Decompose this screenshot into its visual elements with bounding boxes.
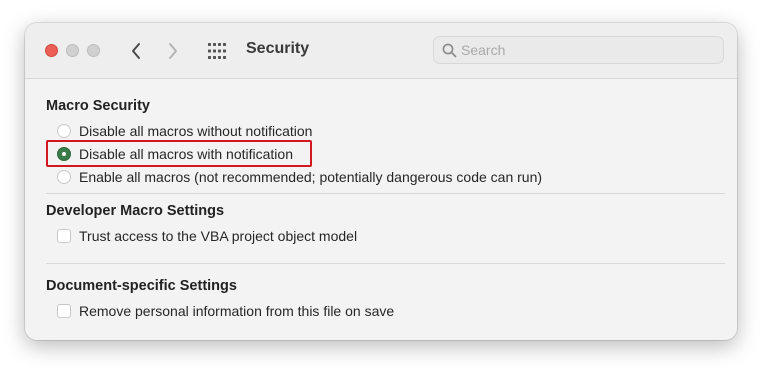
section-divider bbox=[46, 263, 725, 264]
search-input[interactable] bbox=[461, 37, 716, 63]
document-specific-settings-heading: Document-specific Settings bbox=[46, 278, 237, 294]
checkbox[interactable] bbox=[57, 229, 71, 243]
minimize-button[interactable] bbox=[66, 44, 79, 57]
search-field[interactable] bbox=[433, 36, 724, 64]
remove-personal-info-option[interactable]: Remove personal information from this fi… bbox=[57, 301, 394, 321]
radio-label: Enable all macros (not recommended; pote… bbox=[79, 169, 543, 185]
chevron-left-icon bbox=[132, 43, 140, 59]
checkbox[interactable] bbox=[57, 304, 71, 318]
chevron-right-icon bbox=[169, 43, 177, 59]
developer-macro-settings-heading: Developer Macro Settings bbox=[46, 203, 225, 219]
zoom-button[interactable] bbox=[87, 44, 100, 57]
window-title: Security bbox=[246, 40, 310, 57]
radio-enable-all-macros[interactable]: Enable all macros (not recommended; pote… bbox=[57, 167, 542, 187]
show-all-button[interactable] bbox=[206, 40, 228, 62]
trust-vba-access-option[interactable]: Trust access to the VBA project object m… bbox=[57, 226, 357, 246]
checkbox-label: Remove personal information from this fi… bbox=[79, 303, 395, 319]
back-button[interactable] bbox=[123, 37, 149, 65]
search-icon bbox=[442, 43, 457, 58]
radio-disable-without-notification[interactable]: Disable all macros without notification bbox=[57, 121, 312, 141]
security-preferences-window: Security Macro Security Disable all macr… bbox=[25, 23, 737, 340]
macro-security-heading: Macro Security bbox=[46, 98, 150, 114]
radio-button[interactable] bbox=[57, 170, 71, 184]
radio-label: Disable all macros without notification bbox=[79, 123, 313, 139]
highlight-box bbox=[46, 140, 312, 167]
section-divider bbox=[46, 193, 725, 194]
close-button[interactable] bbox=[45, 44, 58, 57]
checkbox-label: Trust access to the VBA project object m… bbox=[79, 228, 358, 244]
title-bar: Security bbox=[25, 23, 737, 79]
grid-icon bbox=[208, 43, 226, 59]
forward-button[interactable] bbox=[160, 37, 186, 65]
radio-button[interactable] bbox=[57, 124, 71, 138]
